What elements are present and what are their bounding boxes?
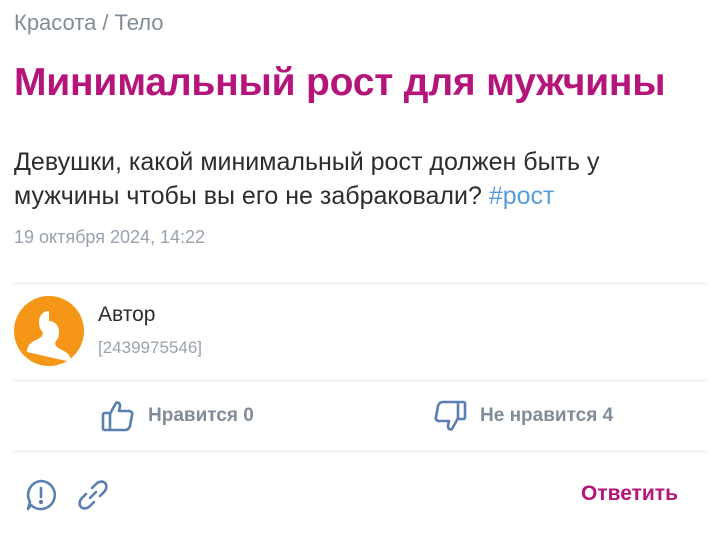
breadcrumb-separator: /: [102, 10, 109, 35]
dislike-label: Не нравится 4: [480, 405, 614, 426]
question-date: 19 октября 2024, 14:22: [14, 227, 206, 247]
author-name[interactable]: Автор: [98, 303, 155, 327]
exclamation-bubble-icon: [26, 479, 57, 511]
author-avatar[interactable]: [14, 296, 84, 366]
question-body: Девушки, какой минимальный рост должен б…: [14, 145, 704, 213]
breadcrumb-category[interactable]: Красота: [14, 10, 96, 35]
reply-button[interactable]: Ответить: [581, 482, 678, 506]
author-id: [2439975546]: [98, 338, 202, 357]
question-page: Красота / Тело Минимальный рост для мужчин…: [0, 0, 720, 535]
breadcrumb: Красота / Тело: [14, 10, 164, 36]
thumbs-up-icon: [101, 401, 134, 432]
like-label: Нравится 0: [148, 405, 254, 426]
copy-link-button[interactable]: [76, 478, 110, 512]
divider: [14, 283, 706, 284]
chain-link-icon: [78, 480, 108, 510]
breadcrumb-subcategory[interactable]: Тело: [114, 10, 163, 35]
user-silhouette-icon: [27, 311, 71, 362]
report-button[interactable]: [24, 478, 58, 512]
divider: [14, 451, 706, 452]
question-title: Минимальный рост для мужчины: [14, 61, 666, 104]
hashtag-link[interactable]: #рост: [489, 182, 555, 210]
dislike-button[interactable]: Не нравится 4: [432, 396, 613, 436]
divider: [14, 380, 706, 381]
thumbs-down-icon: [434, 400, 467, 431]
like-button[interactable]: Нравится 0: [100, 396, 254, 436]
